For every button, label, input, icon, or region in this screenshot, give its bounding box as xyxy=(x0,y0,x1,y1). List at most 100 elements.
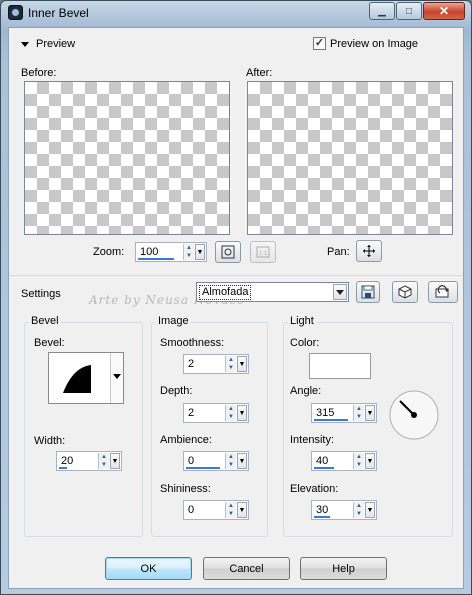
spin-up-icon[interactable]: ▲ xyxy=(354,502,364,510)
width-input[interactable]: 20 ▲ ▼ ▼ xyxy=(56,451,122,471)
shininess-input[interactable]: 0 ▲ ▼ ▼ xyxy=(183,500,249,520)
after-preview[interactable] xyxy=(247,81,453,235)
bevel-shape-icon xyxy=(63,365,91,393)
zoom-label: Zoom: xyxy=(93,246,125,258)
ok-button[interactable]: OK xyxy=(105,557,192,580)
light-group-title: Light xyxy=(288,315,316,327)
elevation-input[interactable]: 30 ▲ ▼ ▼ xyxy=(311,500,377,520)
spin-up-icon[interactable]: ▲ xyxy=(99,453,109,461)
bevel-shape-dropdown-button[interactable] xyxy=(110,353,123,403)
zoom-actual-size-button[interactable]: 1:1 xyxy=(250,241,276,263)
shininess-spinner[interactable]: ▲ ▼ xyxy=(225,502,236,518)
preview-header: Preview xyxy=(36,38,76,50)
zoom-spinner[interactable]: ▲ ▼ xyxy=(183,244,194,260)
light-color-swatch[interactable] xyxy=(309,353,371,379)
close-button[interactable]: ✕ xyxy=(423,2,465,20)
inner-bevel-dialog: Inner Bevel ▁ □ ✕ Preview ✓ Preview on I… xyxy=(0,0,472,595)
spin-down-icon[interactable]: ▼ xyxy=(354,461,364,469)
angle-slider-bar xyxy=(314,419,348,421)
depth-dropdown-button[interactable]: ▼ xyxy=(237,405,247,421)
shininess-dropdown-button[interactable]: ▼ xyxy=(237,502,247,518)
spin-up-icon[interactable]: ▲ xyxy=(226,356,236,364)
spin-up-icon[interactable]: ▲ xyxy=(354,453,364,461)
width-dropdown-button[interactable]: ▼ xyxy=(110,453,120,469)
angle-input[interactable]: 315 ▲ ▼ ▼ xyxy=(311,403,377,423)
spin-down-icon[interactable]: ▼ xyxy=(354,510,364,518)
angle-dial[interactable] xyxy=(388,389,440,441)
chevron-down-icon xyxy=(113,374,121,379)
preset-dropdown[interactable]: Almofada xyxy=(196,282,349,302)
ambience-label: Ambience: xyxy=(160,434,212,446)
intensity-dropdown-button[interactable]: ▼ xyxy=(365,453,375,469)
spin-down-icon[interactable]: ▼ xyxy=(99,461,109,469)
zoom-slider-bar xyxy=(138,258,174,260)
title-bar[interactable]: Inner Bevel ▁ □ ✕ xyxy=(1,1,471,25)
spin-down-icon[interactable]: ▼ xyxy=(184,252,194,260)
width-value: 20 xyxy=(61,455,74,467)
ambience-dropdown-button[interactable]: ▼ xyxy=(237,453,247,469)
elevation-spinner[interactable]: ▲ ▼ xyxy=(353,502,364,518)
spin-up-icon[interactable]: ▲ xyxy=(354,405,364,413)
reset-button[interactable] xyxy=(428,281,458,303)
angle-dropdown-button[interactable]: ▼ xyxy=(365,405,375,421)
minimize-button[interactable]: ▁ xyxy=(369,2,395,20)
spin-down-icon[interactable]: ▼ xyxy=(226,413,236,421)
ambience-slider-bar xyxy=(186,467,220,469)
smoothness-value: 2 xyxy=(188,358,195,370)
zoom-value: 100 xyxy=(140,246,159,258)
before-label: Before: xyxy=(21,67,57,79)
width-label: Width: xyxy=(34,435,66,447)
intensity-spinner[interactable]: ▲ ▼ xyxy=(353,453,364,469)
angle-spinner[interactable]: ▲ ▼ xyxy=(353,405,364,421)
spin-up-icon[interactable]: ▲ xyxy=(184,244,194,252)
cancel-button[interactable]: Cancel xyxy=(203,557,290,580)
zoom-input[interactable]: 100 ▲ ▼ ▼ xyxy=(135,242,207,262)
caption-buttons: ▁ □ ✕ xyxy=(368,2,465,20)
elevation-slider-bar xyxy=(314,516,330,518)
before-preview[interactable] xyxy=(24,81,230,235)
elevation-dropdown-button[interactable]: ▼ xyxy=(365,502,375,518)
help-button[interactable]: Help xyxy=(300,557,387,580)
width-spinner[interactable]: ▲ ▼ xyxy=(98,453,109,469)
preview-on-image-checkbox[interactable]: ✓ xyxy=(313,37,326,50)
smoothness-spinner[interactable]: ▲ ▼ xyxy=(225,356,236,372)
intensity-input[interactable]: 40 ▲ ▼ ▼ xyxy=(311,451,377,471)
spin-down-icon[interactable]: ▼ xyxy=(226,461,236,469)
angle-value: 315 xyxy=(316,407,335,419)
zoom-fit-icon xyxy=(221,245,235,259)
spin-down-icon[interactable]: ▼ xyxy=(226,364,236,372)
spin-down-icon[interactable]: ▼ xyxy=(226,510,236,518)
smoothness-input[interactable]: 2 ▲ ▼ ▼ xyxy=(183,354,249,374)
spin-up-icon[interactable]: ▲ xyxy=(226,502,236,510)
save-preset-button[interactable] xyxy=(356,281,380,303)
app-icon xyxy=(8,5,23,20)
depth-label: Depth: xyxy=(160,385,193,397)
maximize-button[interactable]: □ xyxy=(396,2,422,20)
bevel-shape-picker[interactable] xyxy=(48,352,124,404)
pan-move-icon xyxy=(363,245,375,257)
depth-spinner[interactable]: ▲ ▼ xyxy=(225,405,236,421)
ambience-value: 0 xyxy=(188,455,195,467)
smoothness-dropdown-button[interactable]: ▼ xyxy=(237,356,247,372)
preset-dropdown-button[interactable] xyxy=(333,284,347,300)
depth-input[interactable]: 2 ▲ ▼ ▼ xyxy=(183,403,249,423)
collapse-preview-icon[interactable] xyxy=(21,42,29,47)
image-group-title: Image xyxy=(156,315,191,327)
preset-value: Almofada xyxy=(199,285,252,300)
zoom-fit-button[interactable] xyxy=(215,241,241,263)
close-icon: ✕ xyxy=(438,4,450,18)
dice-icon xyxy=(398,285,412,299)
intensity-value: 40 xyxy=(316,455,329,467)
intensity-label: Intensity: xyxy=(290,434,335,446)
ambience-spinner[interactable]: ▲ ▼ xyxy=(225,453,236,469)
pan-button[interactable] xyxy=(356,240,382,262)
preview-on-image-label: Preview on Image xyxy=(330,38,419,50)
spin-up-icon[interactable]: ▲ xyxy=(226,405,236,413)
pan-label: Pan: xyxy=(327,246,350,258)
zoom-dropdown-button[interactable]: ▼ xyxy=(195,244,205,260)
settings-label: Settings xyxy=(21,288,61,300)
ambience-input[interactable]: 0 ▲ ▼ ▼ xyxy=(183,451,249,471)
spin-down-icon[interactable]: ▼ xyxy=(354,413,364,421)
randomize-button[interactable] xyxy=(392,281,418,303)
spin-up-icon[interactable]: ▲ xyxy=(226,453,236,461)
